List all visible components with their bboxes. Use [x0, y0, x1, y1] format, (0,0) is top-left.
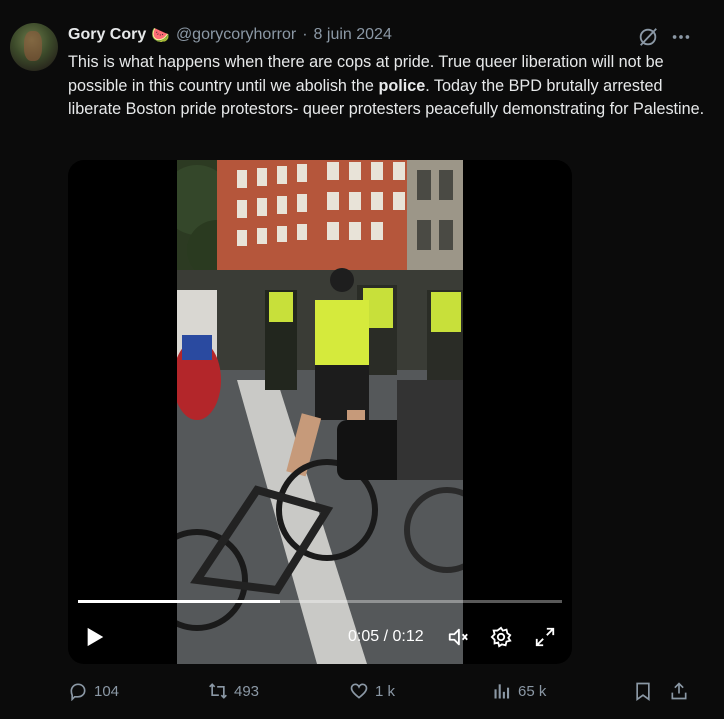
post-text-bold: police	[378, 76, 426, 95]
video-progress-fill	[78, 600, 280, 603]
like-button[interactable]: 1 k	[349, 679, 395, 703]
more-icon[interactable]	[670, 26, 692, 48]
grok-icon[interactable]	[637, 26, 659, 48]
video-still	[177, 160, 463, 664]
share-icon[interactable]	[669, 681, 689, 701]
volume-icon[interactable]	[446, 626, 470, 648]
author-handle[interactable]: @gorycoryhorror	[176, 26, 296, 44]
reply-icon	[70, 683, 86, 701]
reply-button[interactable]: 104	[68, 679, 119, 703]
like-icon	[350, 683, 368, 699]
video-time: 0:05 / 0:12	[348, 628, 424, 645]
play-icon[interactable]	[84, 626, 106, 648]
fullscreen-icon[interactable]	[534, 626, 556, 648]
repost-count: 493	[234, 682, 260, 700]
post-text: This is what happens when there are cops…	[68, 51, 708, 122]
like-count: 1 k	[375, 682, 396, 700]
bookmark-icon[interactable]	[633, 681, 653, 701]
video-progress-bar[interactable]	[78, 600, 562, 603]
video-player[interactable]: 0:05 / 0:12	[68, 160, 572, 664]
settings-icon[interactable]	[490, 626, 512, 648]
action-bar: 104 493 1 k 65 k	[68, 679, 708, 703]
views-icon	[494, 684, 510, 699]
views-button[interactable]: 65 k	[492, 679, 546, 703]
tweet: Gory Cory 🍉 @gorycoryhorror · 8 juin 202…	[0, 0, 724, 719]
views-count: 65 k	[518, 682, 547, 700]
post-header: Gory Cory 🍉 @gorycoryhorror · 8 juin 202…	[68, 24, 392, 46]
separator: ·	[302, 26, 308, 43]
reply-count: 104	[94, 682, 120, 700]
avatar[interactable]	[10, 23, 58, 71]
repost-icon	[209, 683, 227, 699]
author-name[interactable]: Gory Cory	[68, 26, 146, 44]
watermelon-emoji: 🍉	[151, 27, 170, 44]
repost-button[interactable]: 493	[208, 679, 259, 703]
video-frame[interactable]	[177, 160, 463, 664]
post-date[interactable]: 8 juin 2024	[314, 26, 392, 44]
